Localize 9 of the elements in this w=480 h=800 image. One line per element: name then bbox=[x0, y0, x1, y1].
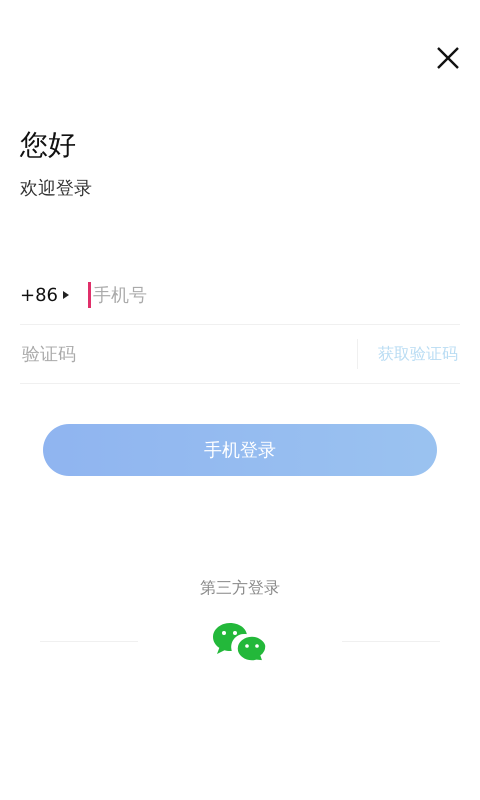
chat-bubbles-icon[interactable] bbox=[212, 621, 268, 661]
close-icon[interactable] bbox=[436, 46, 460, 70]
welcome-subtitle: 欢迎登录 bbox=[20, 177, 93, 200]
caret-icon[interactable] bbox=[62, 291, 70, 299]
code-input-field[interactable]: 验证码 bbox=[20, 341, 357, 367]
country-code[interactable]: +86 bbox=[20, 284, 58, 306]
phone-input-field[interactable]: 手机号 bbox=[88, 282, 460, 308]
third-party-label: 第三方登录 bbox=[199, 578, 281, 599]
greeting-title: 您好 bbox=[20, 128, 77, 162]
